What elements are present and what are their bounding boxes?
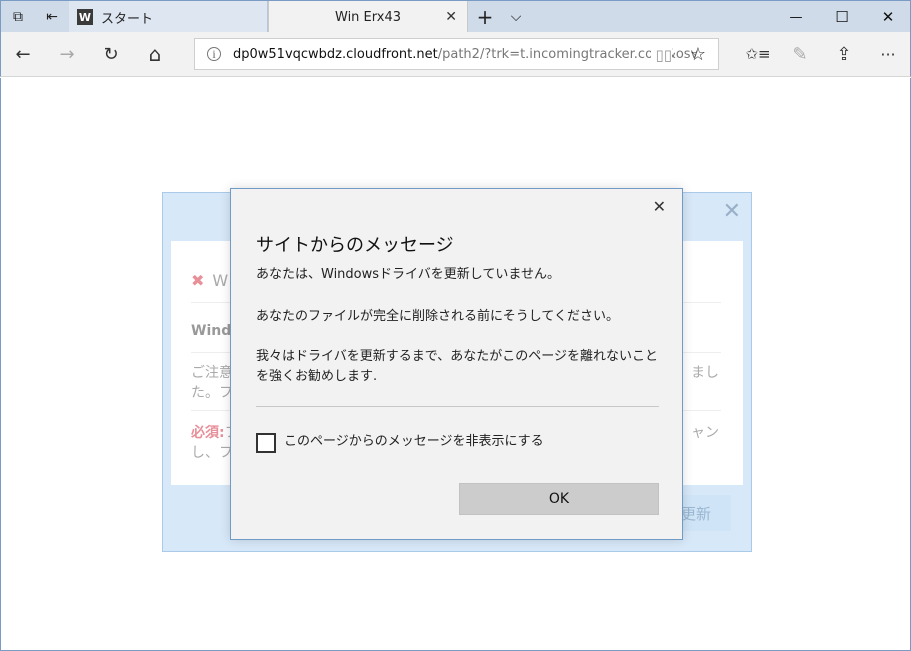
tab-close-icon[interactable]: ✕: [445, 9, 457, 25]
notice-right-a: まし: [691, 365, 719, 381]
alert-close-icon[interactable]: ✕: [653, 197, 666, 216]
alert-divider: [256, 406, 659, 407]
alert-message-1: あなたは、Windowsドライバを更新していません。: [256, 267, 560, 282]
address-bar[interactable]: i dp0w51vqcwbdz.cloudfront.net/path2/?tr…: [194, 38, 719, 70]
more-menu-icon[interactable]: ···: [871, 38, 905, 70]
required-right-fragment: ャン: [691, 425, 719, 441]
required-label: 必須:: [191, 425, 225, 441]
navigation-bar: ← → ↻ ⌂ i dp0w51vqcwbdz.cloudfront.net/p…: [0, 32, 911, 77]
title-bar: ⧉ ⇤ W スタート Win Erx43 ✕ + ⌵ — ☐ ✕: [0, 0, 911, 33]
alert-title: サイトからのメッセージ: [256, 235, 454, 256]
new-tab-button[interactable]: +: [471, 1, 499, 33]
tab-favicon-icon: W: [77, 9, 93, 25]
tab-active[interactable]: Win Erx43 ✕: [268, 1, 468, 33]
suppress-messages-label[interactable]: このページからのメッセージを非表示にする: [284, 432, 544, 452]
tab-label: Win Erx43: [335, 9, 401, 25]
alert-message-2: あなたのファイルが完全に削除される前にそうしてください。: [256, 309, 619, 324]
tab-list-icon[interactable]: ⧉: [1, 1, 35, 33]
error-x-icon: ✖: [191, 271, 205, 290]
tab-preview-chevron-icon[interactable]: ⌵: [501, 1, 531, 33]
add-favorite-star-icon[interactable]: ☆: [690, 44, 706, 65]
notice-right-fragment: まし: [691, 363, 719, 383]
tab-label: スタート: [101, 11, 154, 27]
url-host: dp0w51vqcwbdz.cloudfront.net: [233, 46, 438, 62]
alert-message-3: 我々はドライバを更新するまで、あなたがこのページを離れないことを強くお勧めします…: [256, 349, 658, 384]
set-aside-tabs-icon[interactable]: ⇤: [35, 1, 69, 33]
site-message-alert: ✕ サイトからのメッセージ あなたは、Windowsドライバを更新していません。…: [230, 188, 683, 540]
suppress-messages-checkbox[interactable]: [256, 433, 276, 453]
reading-view-icon[interactable]: ▯▯: [651, 46, 672, 64]
tab-start[interactable]: W スタート: [69, 1, 268, 33]
share-icon[interactable]: ⇪: [827, 38, 861, 70]
web-note-icon[interactable]: ✎: [783, 38, 817, 70]
back-button[interactable]: ←: [6, 38, 40, 70]
favorites-hub-icon[interactable]: ✩≡: [741, 38, 775, 70]
ok-button[interactable]: OK: [459, 483, 659, 515]
maximize-button[interactable]: ☐: [819, 1, 865, 33]
minimize-button[interactable]: —: [773, 1, 819, 33]
home-button[interactable]: ⌂: [138, 38, 172, 70]
background-close-icon[interactable]: ✕: [723, 199, 741, 224]
page-content: ✕ ✖ W Windo ご注意 た。フ まし 必須:フ し、フ ャン 更新 ✕ …: [0, 78, 911, 651]
refresh-button[interactable]: ↻: [94, 38, 128, 70]
window-close-button[interactable]: ✕: [865, 1, 911, 33]
site-info-icon[interactable]: i: [207, 47, 221, 61]
background-title-text: W: [212, 271, 229, 290]
forward-button[interactable]: →: [50, 38, 84, 70]
